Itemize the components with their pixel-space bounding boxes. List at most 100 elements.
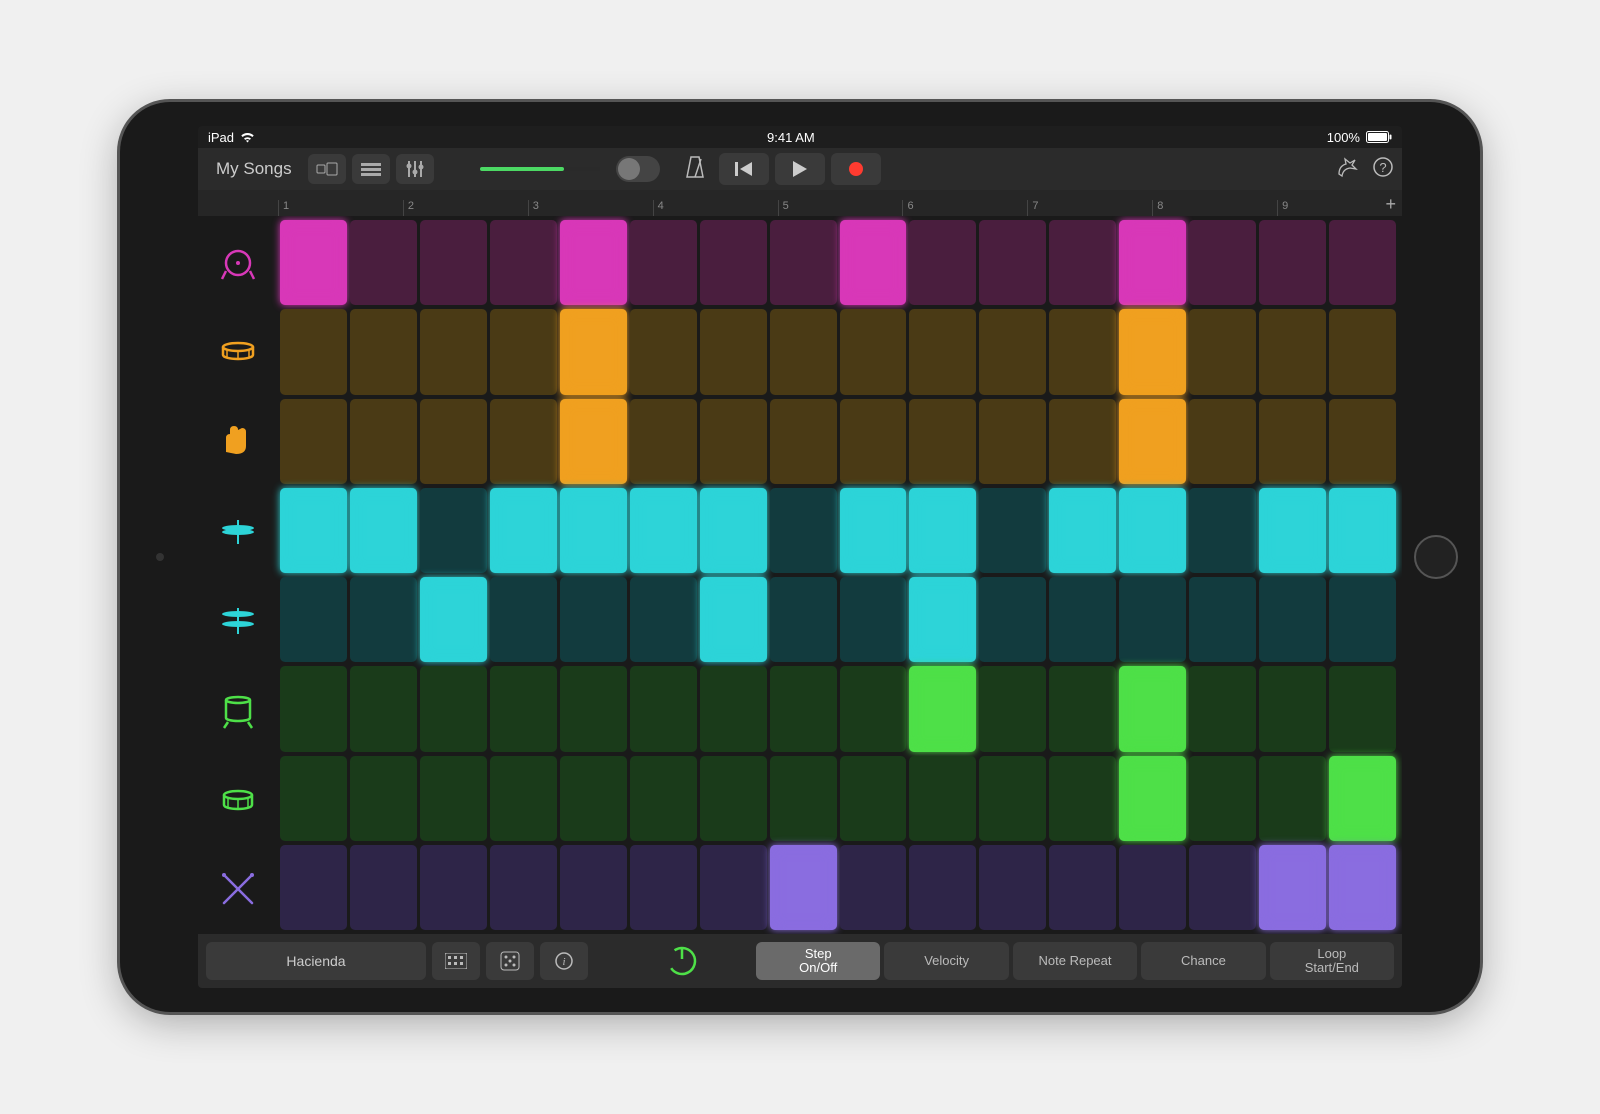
step-cell[interactable] bbox=[1119, 220, 1186, 305]
step-cell[interactable] bbox=[420, 399, 487, 484]
step-cell[interactable] bbox=[1259, 756, 1326, 841]
step-cell[interactable] bbox=[1049, 220, 1116, 305]
step-cell[interactable] bbox=[1119, 577, 1186, 662]
step-cell[interactable] bbox=[280, 577, 347, 662]
step-cell[interactable] bbox=[560, 845, 627, 930]
step-cell[interactable] bbox=[420, 577, 487, 662]
step-cell[interactable] bbox=[700, 488, 767, 573]
timeline-ruler[interactable]: 1 2 3 4 5 6 7 8 9 + bbox=[198, 190, 1402, 216]
step-cell[interactable] bbox=[350, 309, 417, 394]
help-button[interactable]: ? bbox=[1372, 156, 1394, 183]
step-cell[interactable] bbox=[1329, 845, 1396, 930]
step-cell[interactable] bbox=[420, 488, 487, 573]
track-icon-snare[interactable] bbox=[198, 306, 278, 396]
step-cell[interactable] bbox=[979, 666, 1046, 751]
step-cell[interactable] bbox=[1189, 845, 1256, 930]
tracks-view-button[interactable] bbox=[352, 154, 390, 184]
step-cell[interactable] bbox=[840, 666, 907, 751]
step-cell[interactable] bbox=[350, 220, 417, 305]
step-cell[interactable] bbox=[979, 845, 1046, 930]
step-cell[interactable] bbox=[1329, 666, 1396, 751]
track-icon-hihat-c[interactable] bbox=[198, 485, 278, 575]
track-icon-tom-h[interactable] bbox=[198, 755, 278, 845]
preset-selector[interactable]: Hacienda bbox=[206, 942, 426, 980]
step-cell[interactable] bbox=[700, 220, 767, 305]
step-cell[interactable] bbox=[1189, 488, 1256, 573]
step-cell[interactable] bbox=[1259, 220, 1326, 305]
step-cell[interactable] bbox=[490, 756, 557, 841]
step-cell[interactable] bbox=[420, 309, 487, 394]
step-cell[interactable] bbox=[490, 666, 557, 751]
step-cell[interactable] bbox=[770, 399, 837, 484]
step-cell[interactable] bbox=[630, 845, 697, 930]
metronome-button[interactable] bbox=[684, 155, 706, 184]
step-cell[interactable] bbox=[1329, 577, 1396, 662]
step-cell[interactable] bbox=[280, 309, 347, 394]
step-cell[interactable] bbox=[560, 399, 627, 484]
step-cell[interactable] bbox=[280, 220, 347, 305]
step-cell[interactable] bbox=[280, 756, 347, 841]
mode-button[interactable]: Loop Start/End bbox=[1270, 942, 1394, 980]
mode-button[interactable]: Chance bbox=[1141, 942, 1265, 980]
step-cell[interactable] bbox=[909, 220, 976, 305]
step-cell[interactable] bbox=[1049, 399, 1116, 484]
play-button[interactable] bbox=[775, 153, 825, 185]
mode-button[interactable]: Step On/Off bbox=[756, 942, 880, 980]
mode-button[interactable]: Velocity bbox=[884, 942, 1008, 980]
track-icon-kick[interactable] bbox=[198, 216, 278, 306]
step-cell[interactable] bbox=[979, 488, 1046, 573]
step-cell[interactable] bbox=[630, 488, 697, 573]
step-cell[interactable] bbox=[280, 488, 347, 573]
step-cell[interactable] bbox=[350, 399, 417, 484]
step-cell[interactable] bbox=[909, 666, 976, 751]
track-icon-tom-f[interactable] bbox=[198, 665, 278, 755]
step-cell[interactable] bbox=[909, 756, 976, 841]
step-cell[interactable] bbox=[420, 666, 487, 751]
step-cell[interactable] bbox=[630, 399, 697, 484]
step-cell[interactable] bbox=[630, 666, 697, 751]
track-icon-clap[interactable] bbox=[198, 396, 278, 486]
step-cell[interactable] bbox=[1259, 488, 1326, 573]
step-cell[interactable] bbox=[1049, 488, 1116, 573]
home-button[interactable] bbox=[1414, 535, 1458, 579]
step-cell[interactable] bbox=[630, 309, 697, 394]
step-cell[interactable] bbox=[1259, 309, 1326, 394]
step-cell[interactable] bbox=[770, 309, 837, 394]
step-cell[interactable] bbox=[350, 488, 417, 573]
step-cell[interactable] bbox=[840, 845, 907, 930]
step-cell[interactable] bbox=[1329, 756, 1396, 841]
settings-button[interactable] bbox=[1336, 156, 1358, 183]
step-cell[interactable] bbox=[1329, 488, 1396, 573]
step-cell[interactable] bbox=[1189, 666, 1256, 751]
step-cell[interactable] bbox=[1189, 577, 1256, 662]
step-cell[interactable] bbox=[1259, 666, 1326, 751]
step-cell[interactable] bbox=[350, 845, 417, 930]
step-cell[interactable] bbox=[1189, 220, 1256, 305]
step-cell[interactable] bbox=[909, 577, 976, 662]
step-cell[interactable] bbox=[1189, 399, 1256, 484]
randomize-button[interactable] bbox=[486, 942, 534, 980]
step-cell[interactable] bbox=[909, 845, 976, 930]
step-cell[interactable] bbox=[630, 756, 697, 841]
step-cell[interactable] bbox=[840, 756, 907, 841]
step-cell[interactable] bbox=[840, 488, 907, 573]
step-cell[interactable] bbox=[700, 845, 767, 930]
track-icon-hihat-o[interactable] bbox=[198, 575, 278, 665]
step-cell[interactable] bbox=[1049, 577, 1116, 662]
step-cell[interactable] bbox=[490, 845, 557, 930]
step-cell[interactable] bbox=[1189, 309, 1256, 394]
add-section-button[interactable]: + bbox=[1385, 194, 1396, 215]
step-cell[interactable] bbox=[420, 845, 487, 930]
step-cell[interactable] bbox=[770, 220, 837, 305]
step-cell[interactable] bbox=[1049, 756, 1116, 841]
step-cell[interactable] bbox=[979, 399, 1046, 484]
step-cell[interactable] bbox=[979, 756, 1046, 841]
step-cell[interactable] bbox=[1259, 399, 1326, 484]
step-cell[interactable] bbox=[700, 756, 767, 841]
step-cell[interactable] bbox=[700, 577, 767, 662]
step-cell[interactable] bbox=[560, 309, 627, 394]
browser-view-button[interactable] bbox=[308, 154, 346, 184]
step-cell[interactable] bbox=[909, 488, 976, 573]
step-cell[interactable] bbox=[1329, 399, 1396, 484]
step-cell[interactable] bbox=[420, 220, 487, 305]
